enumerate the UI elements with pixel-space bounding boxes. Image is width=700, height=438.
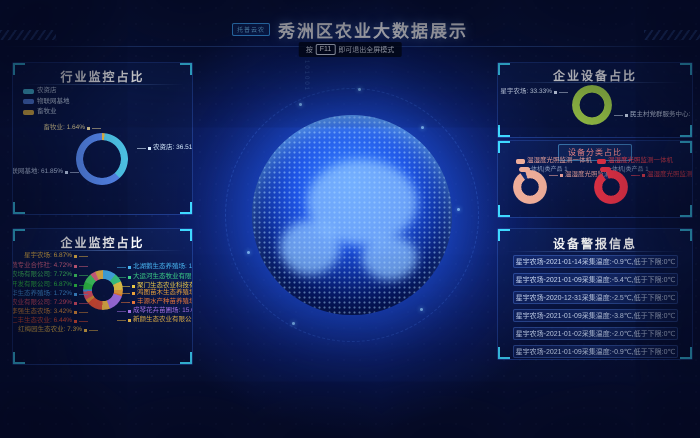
brand-logo: 托普云农: [232, 23, 270, 36]
binary-decoration: 101001: [303, 60, 309, 92]
chart-label: 七华生态养殖场: 1.72%: [12, 291, 88, 298]
dashboard: 托普云农 秀洲区农业大数据展示 按 F11 即可退出全屏模式 101001 行业…: [0, 0, 700, 438]
enterprise-device-donut-chart[interactable]: [572, 85, 612, 125]
donut-tab: [600, 167, 611, 172]
chart-label: 星宇农场: 33.33%: [500, 89, 568, 96]
chart-label: 民主村党群服务中心:: [614, 112, 690, 119]
chart-label: 新塍果蔬专业合作社: 4.72%: [12, 263, 88, 270]
chart-label: 成琴花卉苗圃场: 15.02%: [117, 308, 193, 315]
mesh-node: [247, 251, 250, 254]
legend-item[interactable]: 温湿度光照监测一体机: [597, 158, 673, 165]
legend-label: 畜牧业: [37, 109, 57, 116]
panel-device-category: 设备分类占比 温湿度光照监测一体机 一体机|类产品 1 温湿度光照监测一 温湿度…: [497, 140, 693, 218]
mesh-node: [358, 88, 361, 91]
tooltip-prefix: 按: [306, 45, 313, 55]
panel-title: 企业监控占比: [13, 234, 192, 251]
mesh-node: [292, 322, 295, 325]
alarm-row[interactable]: 星宇农场-2021-01-09采集温度:-5.4℃,低于下限:0℃: [513, 273, 678, 286]
title-underline: [21, 84, 184, 85]
chart-label: 新颜生态农业有限公司: 6.87: [117, 317, 193, 324]
globe-dot-texture: [252, 115, 452, 315]
alarm-row[interactable]: 星宇农场-2020-12-31采集温度:-2.5℃,低于下限:0℃: [513, 291, 678, 304]
mesh-node: [420, 308, 423, 311]
chart-label: 李强生态农场: 3.42%: [12, 309, 88, 316]
donut-tab: [519, 167, 530, 172]
globe: [252, 115, 452, 315]
alarm-row[interactable]: 星宇农场-2021-01-14采集温度:-0.9℃,低于下限:0℃: [513, 255, 678, 268]
legend-item[interactable]: 温湿度光照监测一体机: [516, 158, 592, 165]
f11-keycap: F11: [316, 44, 336, 55]
chart-label: 丰源水产种苗养殖场: 1.: [121, 299, 193, 306]
panel-enterprise-monitor: 企业监控占比 星宇农场: 6.87% 新塍果蔬专业合作社: 4.72% 家庭农场…: [12, 228, 193, 365]
chart-label: 家庭农场有限公司: 7.72%: [12, 272, 88, 279]
title-bar: 托普云农 秀洲区农业大数据展示: [0, 17, 700, 42]
legend-swatch: [23, 110, 34, 115]
legend-swatch: [597, 159, 606, 164]
panel-enterprise-device: 企业设备占比 星宇农场: 33.33% 民主村党群服务中心:: [497, 62, 693, 138]
legend-label: 农资店: [37, 88, 57, 95]
chart-label: 星宇农场: 6.87%: [24, 253, 88, 260]
panel-title: 设备警报信息: [498, 235, 692, 252]
chart-label: 大运河生态牧业有限责任公: [117, 274, 193, 281]
fullscreen-tooltip: 按 F11 即可退出全屏模式: [299, 42, 402, 57]
chart-label: 物联网基地: 61.85%: [12, 169, 79, 176]
legend-item[interactable]: 畜牧业: [23, 109, 70, 116]
title-underline: [506, 251, 684, 252]
mesh-node: [457, 208, 460, 211]
panel-device-alarms: 设备警报信息 星宇农场-2021-01-14采集温度:-0.9℃,低于下限:0℃…: [497, 228, 693, 360]
industry-legend: 农资店 物联网基地 畜牧业: [23, 88, 70, 120]
panel-title: 行业监控占比: [13, 68, 192, 85]
chart-label: 北湖鹅生态养殖场: 11.36%: [117, 264, 193, 271]
chart-label: 鸿图苗木生态养殖场: 4.29: [121, 290, 193, 297]
chart-label: 畜牧业: 1.64%: [43, 125, 101, 132]
chart-label: 农资店: 36.51%: [137, 145, 193, 152]
alarm-row[interactable]: 星宇农场-2021-01-09采集温度:-3.8℃,低于下限:0℃: [513, 309, 678, 322]
chart-label: 中科农业有限公司: 7.29%: [12, 300, 88, 307]
chart-label: 温湿度光照监测一: [631, 172, 693, 179]
legend-swatch: [23, 99, 34, 104]
legend-item[interactable]: 物联网基地: [23, 99, 70, 106]
legend-swatch: [516, 159, 525, 164]
chart-label: 仁丰生态农业: 6.44%: [12, 318, 88, 325]
legend-label: 物联网基地: [37, 99, 70, 106]
page-title: 秀洲区农业大数据展示: [278, 17, 468, 42]
chart-label: 红梅园生态农业: 7.3%: [18, 327, 98, 334]
panel-industry-monitor: 行业监控占比 农资店 物联网基地 畜牧业 畜牧业: 1.64% 农资店: 36.…: [12, 62, 193, 215]
title-underline: [506, 82, 684, 83]
alarm-row[interactable]: 星宇农场-2021-01-09采集温度:-0.9℃,低于下限:0℃: [513, 345, 678, 358]
title-underline: [21, 250, 184, 251]
mesh-node: [421, 126, 424, 129]
alarm-row[interactable]: 星宇农场-2021-01-02采集温度:-2.0℃,低于下限:0℃: [513, 327, 678, 340]
tooltip-suffix: 即可退出全屏模式: [338, 45, 394, 55]
industry-donut-chart[interactable]: [76, 133, 128, 185]
legend-item[interactable]: 农资店: [23, 88, 70, 95]
mesh-node: [299, 103, 302, 106]
legend-swatch: [23, 89, 34, 94]
chart-label: 园开发有限公司: 6.87%: [12, 282, 88, 289]
